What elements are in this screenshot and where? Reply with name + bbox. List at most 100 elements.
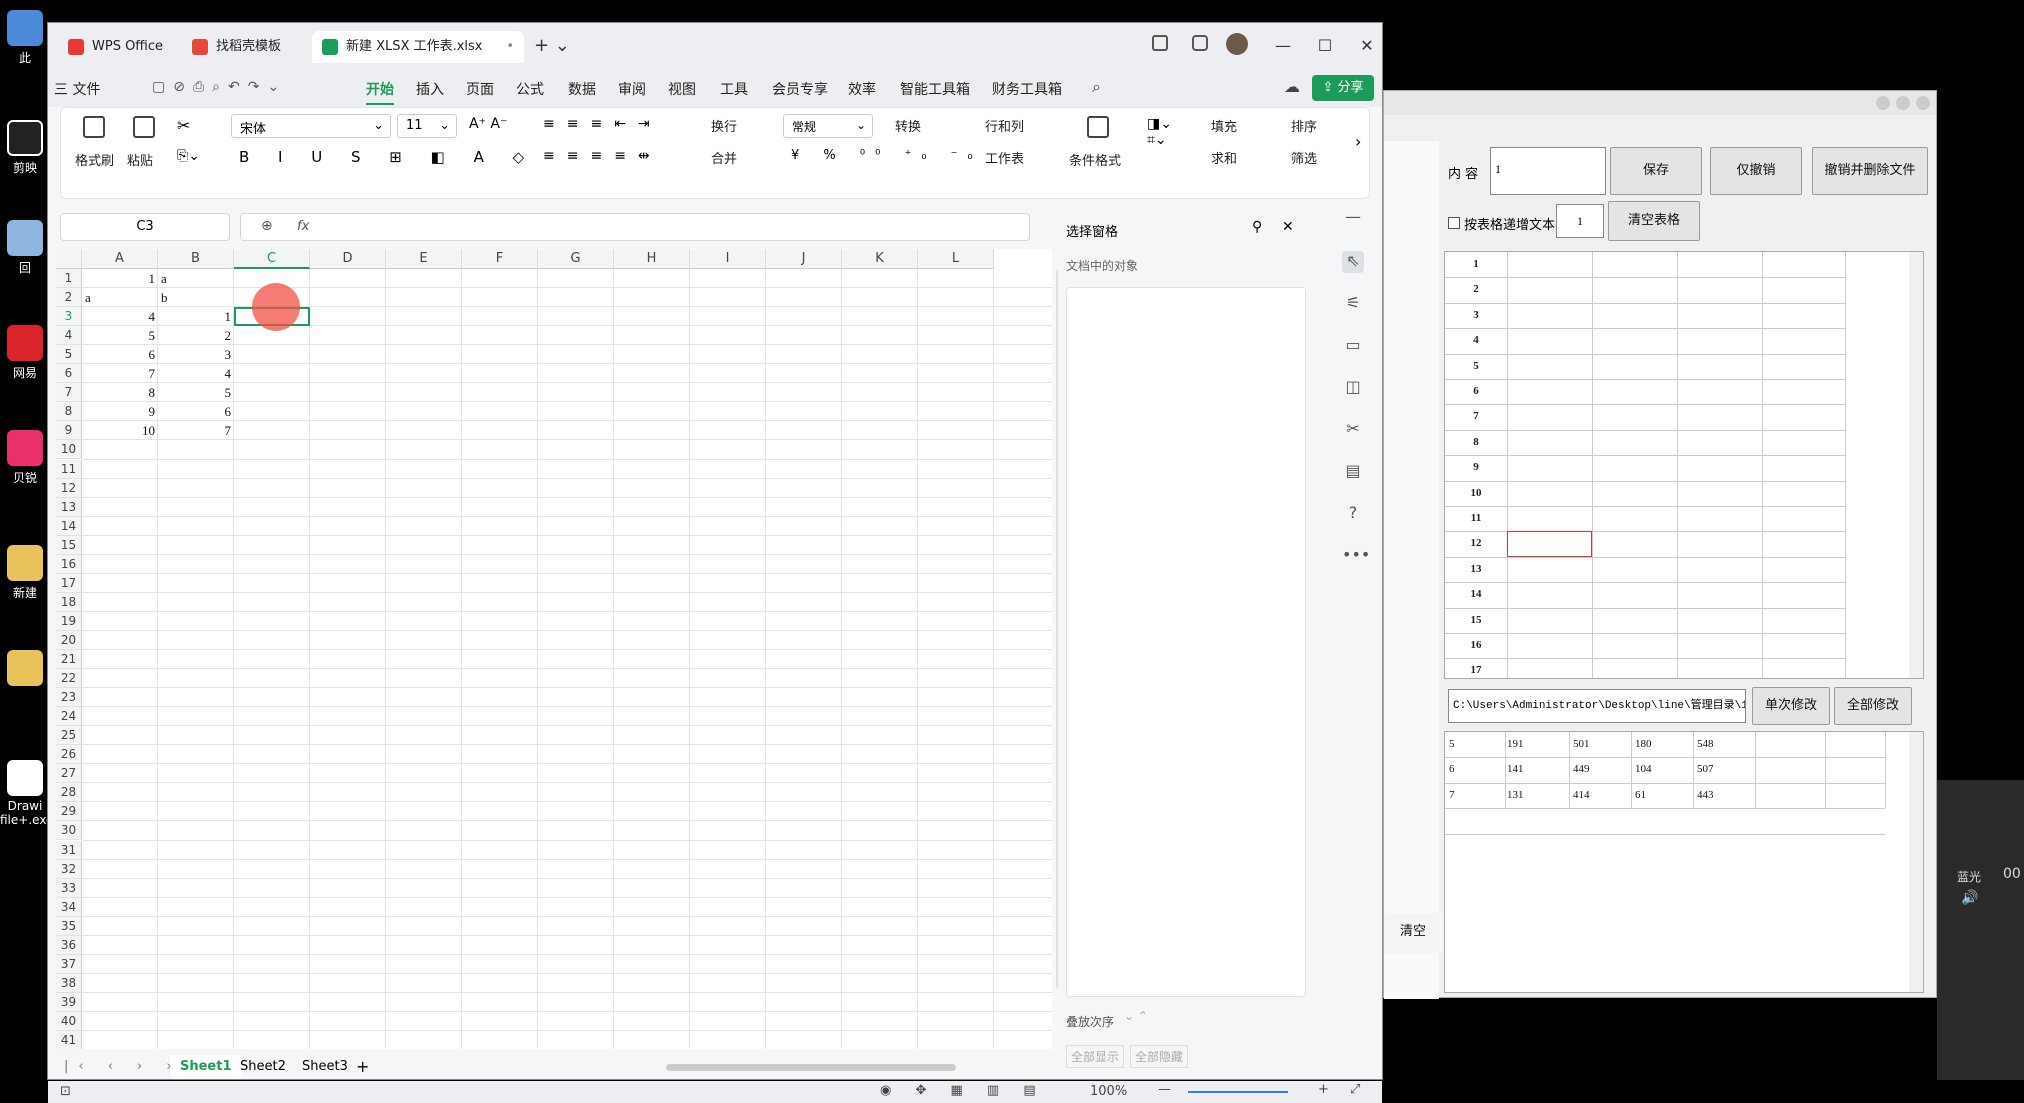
view-icons[interactable]: ◉ ✥ ▦ ▥ ▤ [880,1083,1046,1098]
row-header[interactable]: 5 [56,345,82,365]
align-icons-2[interactable]: ≡≡≡≡⇹ [543,148,662,164]
row-header[interactable]: 15 [56,535,82,555]
cut-icon[interactable]: ✂ [177,116,190,135]
clear-table-button[interactable]: 清空表格 [1608,201,1700,241]
cell-value[interactable]: 4 [161,366,232,382]
row-header[interactable]: 20 [56,630,82,650]
filter-button[interactable]: 筛选 [1291,148,1317,167]
new-tab-icon[interactable]: + ⌄ [534,35,570,56]
sum-button[interactable]: 求和 [1211,148,1237,167]
all-edit-button[interactable]: 全部修改 [1834,687,1912,725]
cell-value[interactable]: 7 [161,423,232,439]
zoom-out-icon[interactable]: — [1158,1082,1171,1097]
row-header[interactable]: 38 [56,973,82,993]
zoom-in-icon[interactable]: + [1318,1082,1329,1097]
show-all-button[interactable]: 全部显示 [1066,1045,1125,1068]
cell-value[interactable]: a [161,271,231,287]
cell-value[interactable]: 1 [85,271,156,287]
result-cell[interactable]: 104 [1635,763,1652,775]
cube-icon[interactable] [1192,35,1208,51]
input-table[interactable]: 1 2 3 4 5 6 7 8 9 10 11 12 13 14 15 16 17 [1444,251,1924,679]
quick-access-icons[interactable]: ▢⊘⎙⌕↶↷⌄ [152,79,287,95]
menu-smart-tools[interactable]: 智能工具箱 [900,79,970,99]
column-header[interactable]: E [386,249,462,269]
help-icon[interactable]: ? [1342,503,1364,525]
content-input[interactable]: 1 [1490,147,1606,195]
undo-delete-button[interactable]: 撤销并删除文件 [1812,147,1928,195]
cell-value[interactable]: 2 [161,328,232,344]
row-header[interactable]: 13 [56,497,82,517]
cell-value[interactable]: 3 [161,347,232,363]
fullscreen-icon[interactable]: ⤢ [1350,1082,1360,1097]
font-grow-icon[interactable]: A⁺ A⁻ [469,116,507,132]
row-header[interactable]: 6 [56,364,82,384]
desktop-icon-netease[interactable]: 网易 [0,325,50,381]
cell-value[interactable]: 5 [85,328,156,344]
format-painter-icon[interactable] [83,116,105,138]
active-cell[interactable] [1507,531,1592,557]
menu-page[interactable]: 页面 [466,79,494,99]
column-header[interactable]: J [766,249,842,269]
worksheet-button[interactable]: 工作表 [985,148,1024,167]
result-cell[interactable]: 7 [1449,789,1455,801]
column-header[interactable]: D [310,249,386,269]
cell-value[interactable]: 10 [85,423,155,439]
minimize-icon[interactable] [1876,96,1890,110]
size-select[interactable]: 11 ⌄ [397,114,457,138]
column-header[interactable]: B [158,249,234,269]
result-cell[interactable]: 131 [1507,789,1524,801]
result-cell[interactable]: 548 [1697,738,1714,750]
row-header[interactable]: 8 [56,402,82,422]
row-header[interactable]: 21 [56,650,82,670]
row-header[interactable]: 27 [56,764,82,784]
menu-data[interactable]: 数据 [568,79,596,99]
layout-icon[interactable] [1152,35,1168,51]
row-header[interactable]: 11 [56,459,82,479]
row-header[interactable]: 26 [56,745,82,765]
sort-button[interactable]: 排序 [1291,116,1317,135]
row-header[interactable]: 34 [56,897,82,917]
fx-icon[interactable]: fx [297,219,309,234]
row-header[interactable]: 3 [56,307,82,327]
number-icons[interactable]: ¥ % ⁰⁰ ⁺₀ ⁻₀ [791,148,983,163]
menu-member[interactable]: 会员专享 [772,79,828,99]
column-header[interactable]: L [918,249,994,269]
close-icon[interactable] [1916,96,1930,110]
share-button[interactable]: ⇪ 分享 [1312,75,1374,101]
cond-format-icon[interactable] [1087,116,1109,138]
result-scrollbar[interactable] [1909,732,1923,992]
pane-title[interactable]: 选择窗格 [1066,221,1118,240]
result-table[interactable]: 5 191 501 180 548 6 141 449 104 507 7 131 414 61 443 [1444,731,1924,993]
object-list[interactable] [1066,287,1306,997]
column-header[interactable]: C [234,249,310,269]
column-header[interactable]: H [614,249,690,269]
desktop-icon-recycle[interactable]: 回 [0,220,50,276]
tools-icon[interactable]: ✂ [1342,419,1364,441]
result-cell[interactable]: 501 [1573,738,1590,750]
save-button[interactable]: 保存 [1610,147,1702,195]
column-header[interactable]: F [462,249,538,269]
row-header[interactable]: 31 [56,840,82,860]
column-header[interactable]: G [538,249,614,269]
add-sheet-icon[interactable]: + [356,1057,369,1076]
tab-wps-office[interactable]: WPS Office [58,31,178,63]
spreadsheet-grid[interactable]: A B C D E F G H I J K L 1 2 3 4 5 6 7 8 9 10 11 12 13 14 15 16 17 18 1… [56,249,1052,1049]
cell-value[interactable]: 5 [161,385,232,401]
name-box[interactable]: C3 [60,213,230,241]
undo-only-button[interactable]: 仅撤销 [1710,147,1802,195]
row-header[interactable]: 16 [56,554,82,574]
adjust-icon[interactable]: ⚟ [1342,293,1364,315]
desktop-icon-this-pc[interactable]: 此 [0,10,50,66]
row-header[interactable]: 1 [56,269,82,289]
cell-value[interactable]: 1 [161,309,232,325]
cell-value[interactable]: 8 [85,385,156,401]
menu-formula[interactable]: 公式 [516,79,544,99]
row-header[interactable]: 14 [56,516,82,536]
formula-input[interactable]: ⊕ fx [240,213,1030,241]
row-header[interactable]: 10 [56,440,82,460]
column-header[interactable]: I [690,249,766,269]
cell-value[interactable]: 6 [85,347,156,363]
table-scrollbar[interactable] [1909,252,1923,678]
menu-tools[interactable]: 工具 [720,79,748,99]
row-header[interactable]: 12 [56,478,82,498]
